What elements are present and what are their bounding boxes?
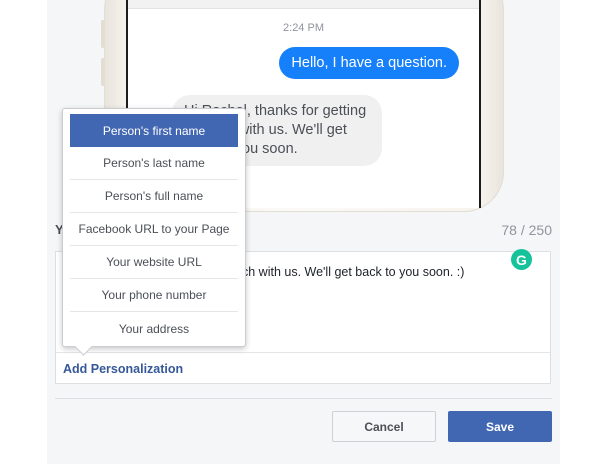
menu-item-full-name[interactable]: Person's full name (70, 180, 238, 213)
menu-item-phone-number[interactable]: Your phone number (70, 279, 238, 312)
message-text-content: ch with us. We'll get back to you soon. … (242, 265, 465, 279)
footer-divider (55, 398, 552, 399)
character-counter: 78 / 250 (501, 222, 552, 238)
phone-side-button (101, 58, 105, 86)
save-button[interactable]: Save (448, 411, 552, 442)
menu-item-first-name[interactable]: Person's first name (70, 114, 238, 147)
textarea-divider (56, 352, 550, 353)
chat-header-bar (128, 0, 479, 9)
grammarly-icon[interactable]: G (511, 249, 532, 270)
cancel-button[interactable]: Cancel (332, 411, 436, 442)
menu-item-facebook-url[interactable]: Facebook URL to your Page (70, 213, 238, 246)
phone-side-button (101, 20, 105, 48)
add-personalization-link[interactable]: Add Personalization (63, 362, 183, 376)
outgoing-message-bubble: Hello, I have a question. (279, 47, 459, 79)
menu-item-address[interactable]: Your address (70, 312, 238, 345)
menu-item-website-url[interactable]: Your website URL (70, 246, 238, 279)
message-timestamp: 2:24 PM (283, 22, 324, 34)
menu-item-last-name[interactable]: Person's last name (70, 147, 238, 180)
personalization-dropdown: Person's first name Person's last name P… (62, 108, 246, 356)
